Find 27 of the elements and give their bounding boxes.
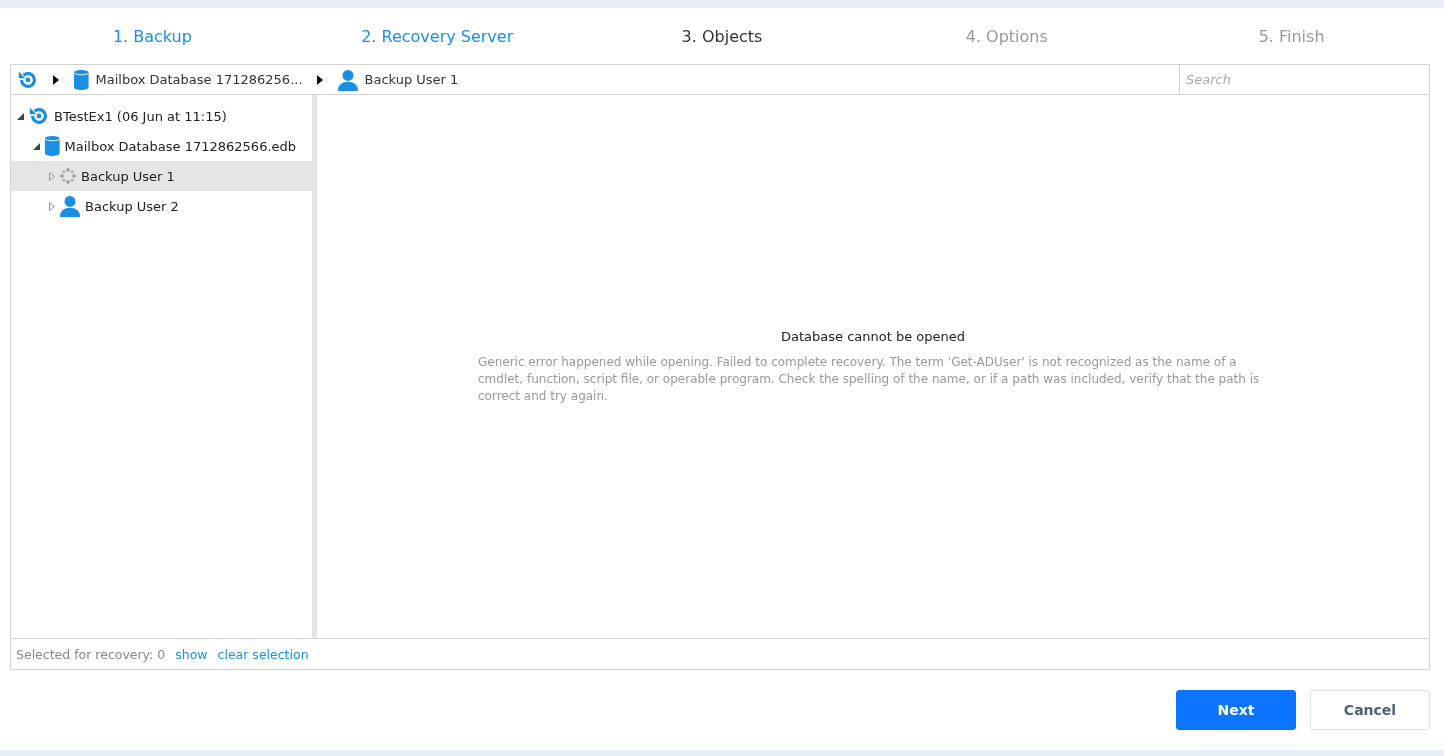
tree-item[interactable]: Mailbox Database 1712862566.edb: [11, 131, 312, 161]
footer-link[interactable]: clear selection: [217, 646, 309, 662]
collapsed-caret-icon[interactable]: [49, 201, 55, 211]
next-button[interactable]: Next: [1176, 690, 1296, 730]
wizard-step[interactable]: 1. Backup: [10, 26, 295, 46]
error-title: Database cannot be opened: [781, 328, 965, 344]
expanded-caret-icon[interactable]: [33, 142, 40, 150]
breadcrumb-arrow-icon: [316, 74, 323, 85]
breadcrumb-arrow-icon: [53, 74, 59, 85]
spinner-icon: [59, 167, 77, 185]
database-icon: [73, 68, 90, 91]
wizard-step[interactable]: 2. Recovery Server: [294, 26, 580, 46]
tree-item[interactable]: BTestEx1 (06 Jun at 11:15): [11, 101, 312, 131]
breadcrumb-item[interactable]: Backup User 1: [364, 72, 459, 87]
footer-link[interactable]: show: [175, 646, 208, 662]
database-icon: [44, 135, 61, 157]
error-detail: Generic error happened while opening. Failed to complete recovery. The term 'Get-ADUser' is not recognized as the name of a cmdlet, function, script file, or operable program. Check the spelling of the name, or if a path was included, verify that the path is correct and try again.: [478, 353, 1261, 405]
restore-icon: [28, 105, 50, 127]
expanded-caret-icon[interactable]: [17, 112, 24, 120]
tree-item[interactable]: Backup User 1: [11, 161, 312, 191]
cancel-button[interactable]: Cancel: [1310, 690, 1430, 730]
breadcrumb-item[interactable]: Mailbox Database 171286256...: [95, 72, 303, 87]
tree-item[interactable]: Backup User 2: [11, 191, 312, 221]
user-icon: [59, 195, 81, 217]
selection-count: Selected for recovery: 0: [16, 646, 166, 662]
wizard-step[interactable]: 3. Objects: [579, 26, 865, 46]
user-icon: [336, 68, 359, 91]
